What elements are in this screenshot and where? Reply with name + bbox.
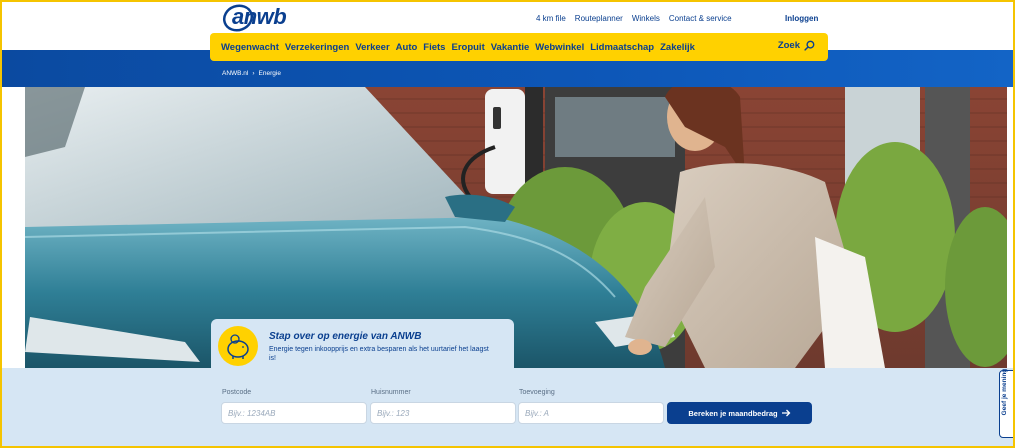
nav-item-verkeer[interactable]: Verkeer [355, 42, 389, 53]
postcode-label: Postcode [222, 389, 252, 396]
nav-item-vakantie[interactable]: Vakantie [491, 42, 530, 53]
nav-item-verzekeringen[interactable]: Verzekeringen [285, 42, 349, 53]
nav-item-lidmaatschap[interactable]: Lidmaatschap [590, 42, 654, 53]
breadcrumb-home[interactable]: ANWB.nl [222, 70, 248, 77]
calculate-label: Bereken je maandbedrag [688, 408, 778, 418]
nav-item-auto[interactable]: Auto [396, 42, 418, 53]
breadcrumb-separator: › [252, 70, 255, 77]
nav-item-zakelijk[interactable]: Zakelijk [660, 42, 695, 53]
toevoeging-label: Toevoeging [519, 389, 555, 396]
link-routeplanner[interactable]: Routeplanner [575, 14, 623, 28]
search-icon [804, 40, 815, 51]
hero-image [25, 87, 1007, 368]
promo-title: Stap over op energie van ANWB [269, 331, 422, 342]
main-navigation: Wegenwacht Verzekeringen Verkeer Auto Fi… [210, 33, 828, 61]
promo-card: Stap over op energie van ANWB Energie te… [211, 319, 514, 369]
breadcrumb-current: Energie [258, 70, 281, 77]
link-stores[interactable]: Winkels [632, 14, 660, 28]
feedback-label: Geef je mening [1001, 368, 1008, 416]
login-link[interactable]: Inloggen [785, 14, 818, 23]
utility-links: 4 km file Routeplanner Winkels Contact &… [536, 14, 732, 28]
link-contact-service[interactable]: Contact & service [669, 14, 732, 28]
hero-illustration [25, 87, 1007, 368]
link-traffic-jams[interactable]: 4 km file [536, 14, 566, 28]
promo-icon-wrapper [218, 326, 258, 366]
arrow-right-icon [781, 409, 791, 417]
search-label: Zoek [777, 40, 800, 51]
feedback-tab[interactable]: Geef je mening [999, 369, 1015, 438]
nav-item-wegenwacht[interactable]: Wegenwacht [221, 42, 279, 53]
nav-item-webwinkel[interactable]: Webwinkel [535, 42, 584, 53]
nav-item-fiets[interactable]: Fiets [423, 42, 445, 53]
postcode-input[interactable] [221, 402, 367, 424]
huisnummer-label: Huisnummer [371, 389, 411, 396]
piggy-bank-icon [227, 334, 249, 359]
breadcrumb: ANWB.nl › Energie [222, 70, 281, 77]
huisnummer-input[interactable] [370, 402, 516, 424]
toevoeging-input[interactable] [518, 402, 664, 424]
calculate-monthly-button[interactable]: Bereken je maandbedrag [667, 402, 812, 424]
search-button[interactable]: Zoek [778, 40, 815, 51]
promo-description: Energie tegen inkoopprijs en extra bespa… [269, 346, 489, 362]
logo-text[interactable]: anwb [232, 4, 287, 30]
nav-item-eropuit[interactable]: Eropuit [451, 42, 484, 53]
